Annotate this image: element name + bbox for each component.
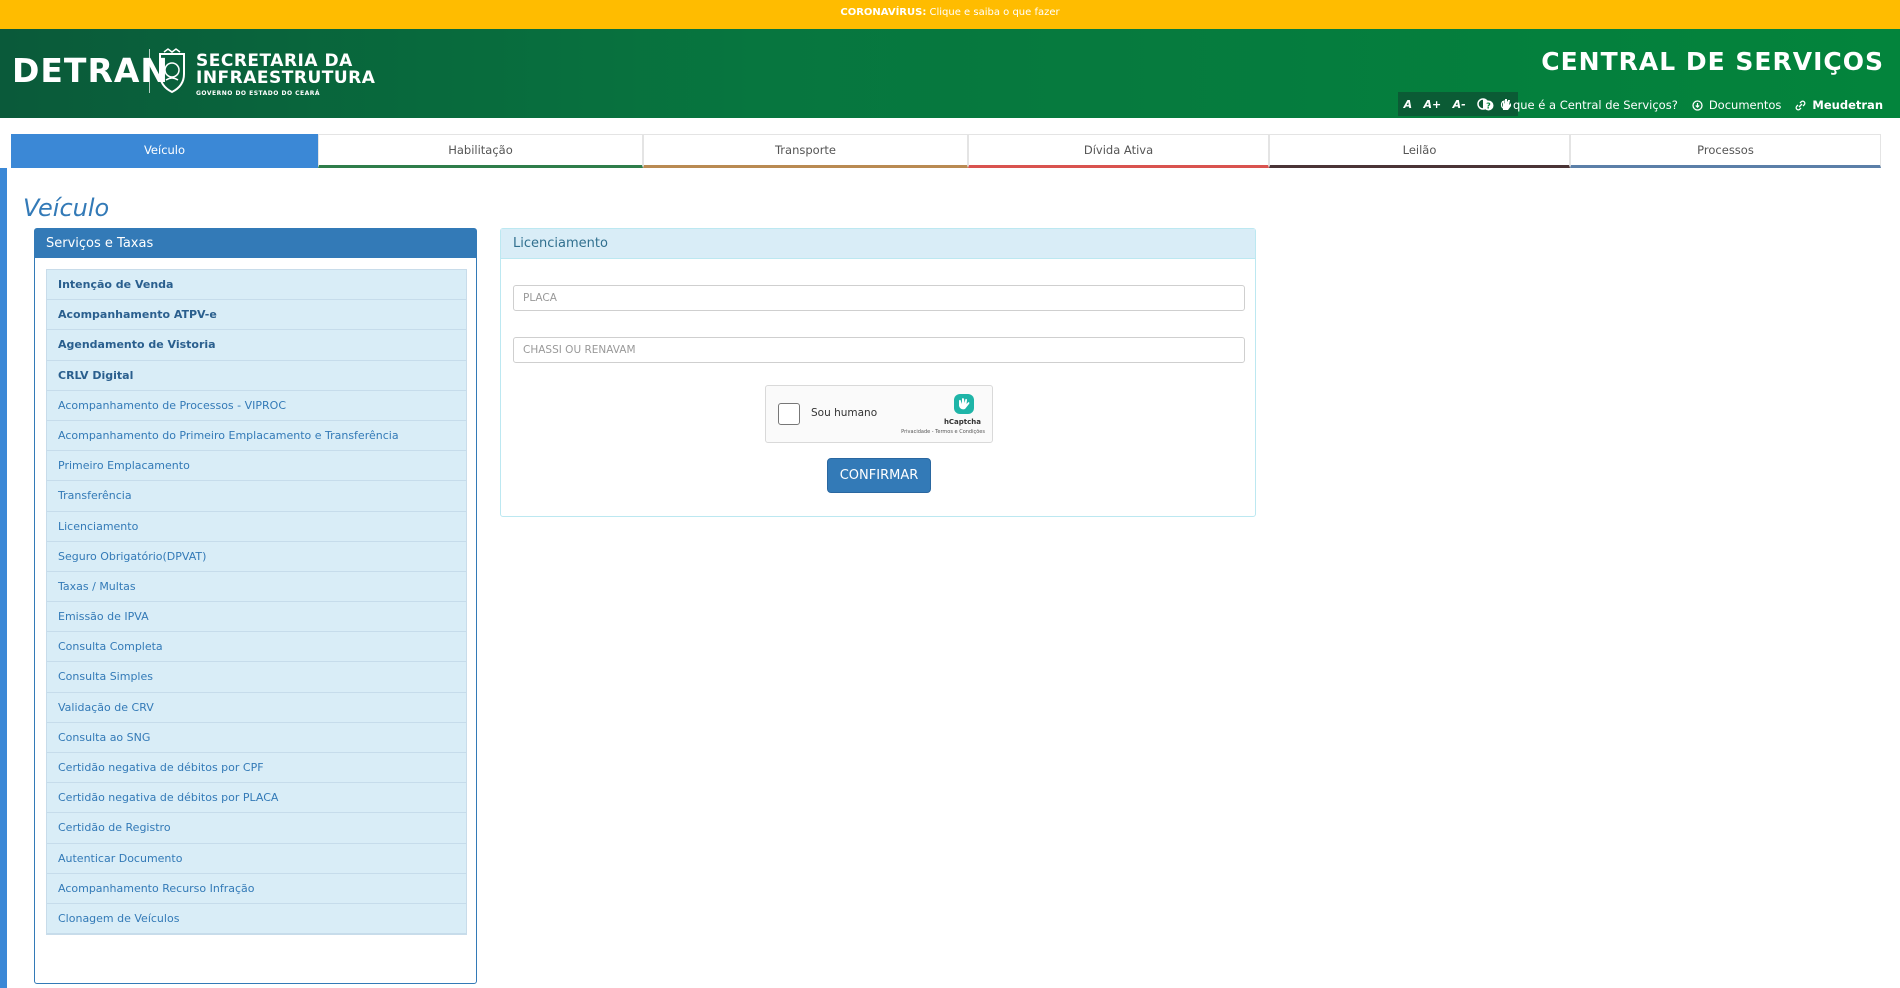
tab-divida-ativa[interactable]: Dívida Ativa bbox=[968, 134, 1269, 168]
service-validacao-crv[interactable]: Validação de CRV bbox=[47, 692, 466, 723]
service-taxas-multas[interactable]: Taxas / Multas bbox=[47, 571, 466, 603]
secretaria-name: SECRETARIA DA INFRAESTRUTURA bbox=[196, 53, 375, 87]
placa-input[interactable] bbox=[513, 285, 1245, 311]
hcaptcha-terms-link[interactable]: Privacidade - Termos e Condições bbox=[901, 429, 985, 435]
service-autenticar-documento[interactable]: Autenticar Documento bbox=[47, 843, 466, 874]
alert-text: Clique e saiba o que fazer bbox=[929, 7, 1060, 18]
brand-divider bbox=[149, 49, 150, 93]
site-header: DETRAN SECRETARIA DA INFRAESTRUTURA GOVE… bbox=[0, 29, 1900, 118]
font-decrease-button[interactable]: A- bbox=[1453, 98, 1466, 111]
alert-bold: CORONAVÍRUS: bbox=[840, 7, 927, 18]
services-panel-title: Serviços e Taxas bbox=[35, 229, 476, 258]
service-acompanhamento-atpve[interactable]: Acompanhamento ATPV-e bbox=[47, 300, 466, 331]
captcha-checkbox[interactable] bbox=[778, 403, 800, 425]
font-increase-button[interactable]: A+ bbox=[1424, 98, 1442, 111]
licenciamento-panel-title: Licenciamento bbox=[501, 229, 1255, 259]
category-tabs: Veículo Habilitação Transporte Dívida At… bbox=[11, 134, 1894, 168]
service-primeiro-emplacamento[interactable]: Primeiro Emplacamento bbox=[47, 451, 466, 482]
font-reset-button[interactable]: A bbox=[1404, 98, 1413, 111]
coronavirus-alert-link[interactable]: CORONAVÍRUS: Clique e saiba o que fazer bbox=[840, 7, 1059, 18]
tab-leilao[interactable]: Leilão bbox=[1269, 134, 1570, 168]
coronavirus-alert-bar: CORONAVÍRUS: Clique e saiba o que fazer bbox=[0, 0, 1900, 29]
service-consulta-sng[interactable]: Consulta ao SNG bbox=[47, 722, 466, 753]
service-consulta-completa[interactable]: Consulta Completa bbox=[47, 632, 466, 663]
meudetran-link[interactable]: Meudetran bbox=[1795, 98, 1883, 112]
service-emissao-ipva[interactable]: Emissão de IPVA bbox=[47, 602, 466, 633]
tab-processos[interactable]: Processos bbox=[1570, 134, 1881, 168]
service-viproc[interactable]: Acompanhamento de Processos - VIPROC bbox=[47, 390, 466, 421]
service-certidao-cpf[interactable]: Certidão negativa de débitos por CPF bbox=[47, 753, 466, 784]
service-consulta-simples[interactable]: Consulta Simples bbox=[47, 662, 466, 693]
governo-label: GOVERNO DO ESTADO DO CEARÁ bbox=[196, 90, 321, 97]
service-recurso-infracao[interactable]: Acompanhamento Recurso Infração bbox=[47, 873, 466, 904]
header-links: ? O que é a Central de Serviços? Documen… bbox=[1483, 98, 1883, 112]
documents-link-label: Documentos bbox=[1708, 98, 1782, 112]
tab-habilitacao[interactable]: Habilitação bbox=[318, 134, 643, 168]
link-icon bbox=[1796, 100, 1806, 110]
secretaria-line2: INFRAESTRUTURA bbox=[196, 68, 376, 88]
hcaptcha-widget: Sou humano hCaptcha Privacidade - Termos… bbox=[765, 385, 993, 443]
tab-veiculo[interactable]: Veículo bbox=[11, 134, 318, 168]
service-clonagem-veiculos[interactable]: Clonagem de Veículos bbox=[47, 903, 466, 935]
service-dpvat[interactable]: Seguro Obrigatório(DPVAT) bbox=[47, 541, 466, 572]
services-list: Intenção de Venda Acompanhamento ATPV-e … bbox=[46, 269, 467, 936]
confirm-button[interactable]: CONFIRMAR bbox=[827, 458, 931, 493]
licenciamento-panel: Licenciamento Sou humano hCaptcha Privac… bbox=[500, 228, 1256, 517]
detran-logo[interactable]: DETRAN bbox=[12, 51, 169, 90]
what-is-link[interactable]: ? O que é a Central de Serviços? bbox=[1483, 98, 1678, 112]
service-certidao-placa[interactable]: Certidão negativa de débitos por PLACA bbox=[47, 783, 466, 814]
what-is-link-label: O que é a Central de Serviços? bbox=[1500, 98, 1678, 112]
question-circle-icon: ? bbox=[1483, 100, 1494, 110]
tab-transporte[interactable]: Transporte bbox=[643, 134, 968, 168]
service-agendamento-vistoria[interactable]: Agendamento de Vistoria bbox=[47, 330, 466, 361]
documents-link[interactable]: Documentos bbox=[1692, 98, 1782, 112]
service-licenciamento[interactable]: Licenciamento bbox=[47, 511, 466, 542]
site-title: CENTRAL DE SERVIÇOS bbox=[1541, 47, 1884, 76]
hcaptcha-brand: hCaptcha bbox=[943, 418, 981, 426]
service-transferencia[interactable]: Transferência bbox=[47, 481, 466, 512]
service-intencao-venda[interactable]: Intenção de Venda bbox=[47, 270, 466, 301]
download-circle-icon bbox=[1692, 99, 1703, 111]
services-panel: Serviços e Taxas Intenção de Venda Acomp… bbox=[34, 228, 477, 984]
captcha-label: Sou humano bbox=[811, 407, 878, 419]
service-crlv-digital[interactable]: CRLV Digital bbox=[47, 360, 466, 391]
meudetran-link-label: Meudetran bbox=[1812, 98, 1883, 112]
hcaptcha-logo-icon bbox=[954, 394, 974, 414]
svg-text:?: ? bbox=[1486, 101, 1491, 110]
section-accent-bar bbox=[0, 168, 7, 988]
page-title: Veículo bbox=[23, 194, 110, 223]
ceara-seal-icon bbox=[159, 48, 185, 94]
service-certidao-registro[interactable]: Certidão de Registro bbox=[47, 813, 466, 844]
service-acompanhamento-emplacamento[interactable]: Acompanhamento do Primeiro Emplacamento … bbox=[47, 420, 466, 452]
chassi-renavam-input[interactable] bbox=[513, 337, 1245, 363]
